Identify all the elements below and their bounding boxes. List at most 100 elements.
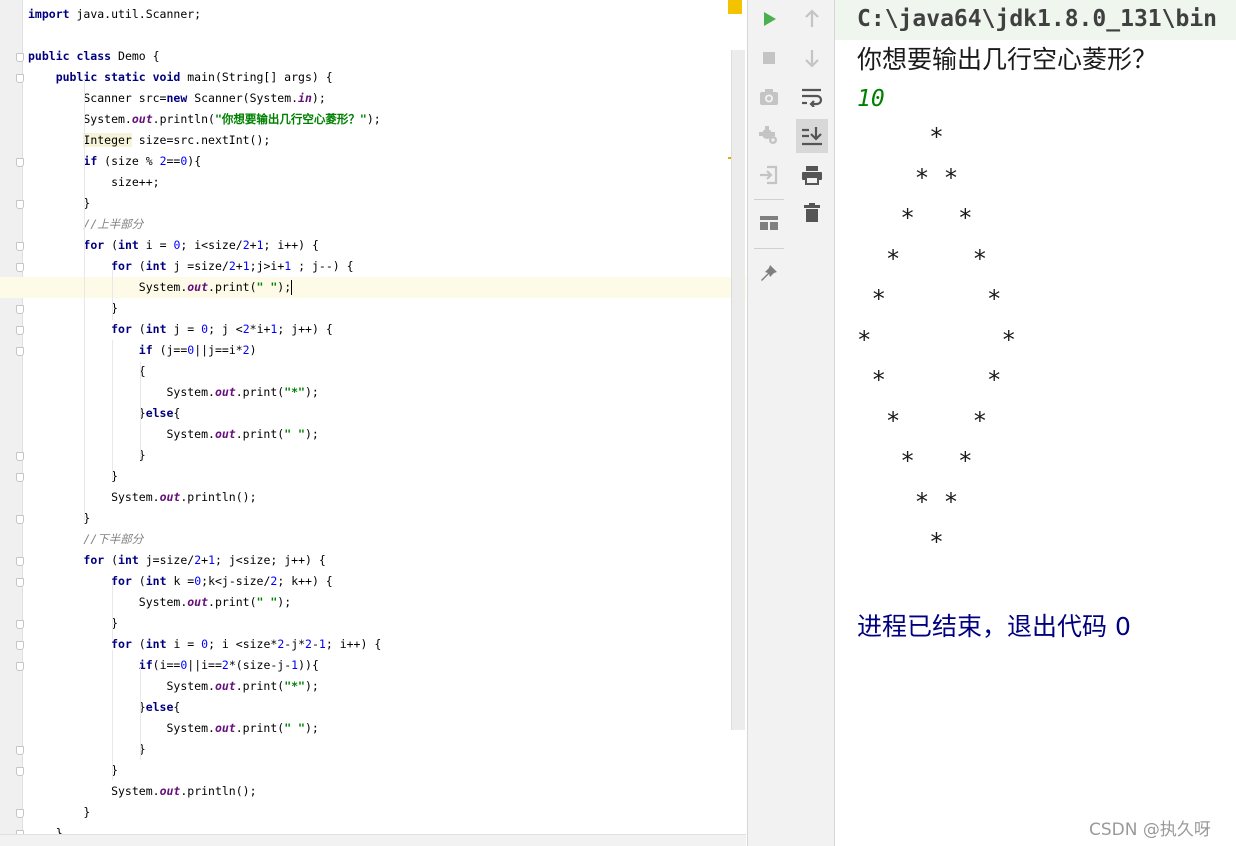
soft-wrap-icon[interactable] [798,83,826,111]
code-line[interactable]: if (j==0||j==i*2) [16,340,728,361]
horizontal-scrollbar[interactable] [0,834,746,846]
code-token: (j== [152,343,188,357]
code-token: ; i++) { [263,238,319,252]
indent-guide [140,668,141,760]
code-token: 2 [242,322,250,336]
fold-marker-icon[interactable] [16,473,24,482]
code-line[interactable]: if (size % 2==0){ [16,151,728,172]
code-lines[interactable]: import java.util.Scanner; public class De… [16,4,728,844]
code-line[interactable]: } [16,802,728,823]
fold-marker-icon[interactable] [16,578,24,587]
fold-marker-icon[interactable] [16,53,24,62]
print-icon[interactable] [798,161,826,189]
fold-marker-icon[interactable] [16,557,24,566]
code-line[interactable]: } [16,193,728,214]
code-line[interactable]: for (int k =0;k<j-size/2; k++) { [16,571,728,592]
arrow-up-icon[interactable] [798,5,826,33]
camera-icon[interactable] [755,83,783,111]
code-line[interactable]: } [16,760,728,781]
code-line[interactable]: System.out.println("你想要输出几行空心菱形？"); [28,109,728,130]
code-token: 2 [305,637,312,651]
run-console[interactable]: C:\java64\jdk1.8.0_131\bin 你想要输出几行空心菱形？ … [835,0,1236,846]
code-token: out [187,280,209,294]
fold-marker-icon[interactable] [16,242,24,251]
debug-settings-icon[interactable] [755,122,783,150]
layout-icon[interactable] [755,209,783,237]
indent-guide [112,270,113,320]
fold-marker-icon[interactable] [16,200,24,209]
fold-marker-icon[interactable] [16,452,24,461]
code-line[interactable]: } [16,508,728,529]
code-token: } [28,742,146,756]
scroll-to-end-icon[interactable] [796,119,828,153]
code-token: " " [284,427,305,441]
code-line[interactable] [28,25,728,46]
code-line[interactable]: System.out.print(" "); [28,718,728,739]
code-line[interactable]: System.out.println(); [28,781,728,802]
code-token: k = [166,574,195,588]
code-line[interactable]: Integer size=src.nextInt(); [28,130,728,151]
code-token: " " [256,595,278,609]
code-line[interactable]: for (int i = 0; i <size*2-j*2-1; i++) { [16,634,728,655]
code-line[interactable]: for (int j=size/2+1; j<size; j++) { [16,550,728,571]
code-line[interactable]: { [28,361,728,382]
fold-marker-icon[interactable] [16,746,24,755]
code-line[interactable]: } [16,466,728,487]
code-line[interactable]: }else{ [28,403,728,424]
code-line[interactable]: }else{ [28,697,728,718]
code-line[interactable]: System.out.print("*"); [28,382,728,403]
editor-gutter[interactable] [0,0,23,846]
code-line[interactable]: //下半部分 [28,529,728,550]
login-icon[interactable] [755,161,783,189]
code-line[interactable]: System.out.print("*"); [28,676,728,697]
fold-marker-icon[interactable] [16,326,24,335]
code-line[interactable]: public static void main(String[] args) { [16,67,728,88]
code-line[interactable]: } [16,445,728,466]
vertical-scrollbar[interactable] [731,50,745,730]
stop-icon[interactable] [755,44,783,72]
code-token: main(String[] args) { [180,70,333,84]
run-icon[interactable] [755,5,783,33]
code-line[interactable]: for (int i = 0; i<size/2+1; i++) { [16,235,728,256]
code-token: for [111,322,132,336]
code-token: ||i== [187,658,222,672]
code-line[interactable]: for (int j =size/2+1;j>i+1 ; j--) { [16,256,728,277]
code-line[interactable]: } [16,739,728,760]
code-line[interactable]: System.out.println(); [28,487,728,508]
code-line[interactable]: size++; [28,172,728,193]
code-line[interactable]: public class Demo { [16,46,728,67]
fold-marker-icon[interactable] [16,620,24,629]
code-line[interactable]: import java.util.Scanner; [28,4,728,25]
code-line[interactable]: //上半部分 [28,214,728,235]
code-token: size=src.nextInt(); [131,133,271,147]
fold-marker-icon[interactable] [16,662,24,671]
warning-marker[interactable] [728,0,742,14]
code-token: .print( [235,721,285,735]
code-line[interactable]: if(i==0||i==2*(size-j-1)){ [16,655,728,676]
fold-marker-icon[interactable] [16,74,24,83]
fold-marker-icon[interactable] [16,767,24,776]
code-token: { [28,364,146,378]
console-output-line: * * [857,163,959,192]
pin-icon[interactable] [755,259,783,287]
arrow-down-icon[interactable] [798,44,826,72]
trash-icon[interactable] [798,199,826,227]
code-line[interactable]: System.out.print(" "); [28,277,728,298]
fold-marker-icon[interactable] [16,305,24,314]
fold-marker-icon[interactable] [16,641,24,650]
code-line[interactable]: } [16,613,728,634]
code-line[interactable]: for (int j = 0; j <2*i+1; j++) { [16,319,728,340]
code-line[interactable]: Scanner src=new Scanner(System.in); [28,88,728,109]
fold-marker-icon[interactable] [16,515,24,524]
fold-marker-icon[interactable] [16,158,24,167]
code-line[interactable]: System.out.print(" "); [28,424,728,445]
fold-marker-icon[interactable] [16,347,24,356]
fold-marker-icon[interactable] [16,263,24,272]
fold-marker-icon[interactable] [16,809,24,818]
code-line[interactable]: System.out.print(" "); [28,592,728,613]
code-token: ); [304,679,319,693]
code-token: System. [28,280,188,294]
code-editor[interactable]: import java.util.Scanner; public class De… [0,0,746,846]
code-line[interactable]: } [16,298,728,319]
